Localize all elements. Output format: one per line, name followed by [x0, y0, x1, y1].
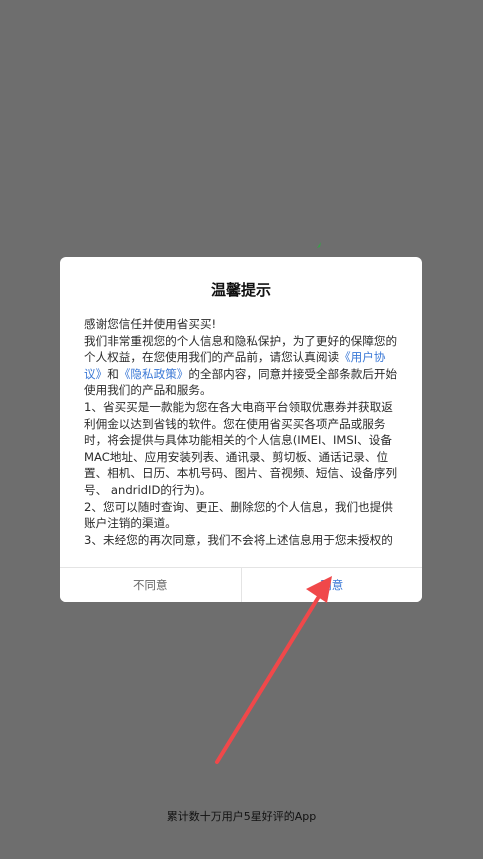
disagree-button[interactable]: 不同意: [60, 568, 242, 602]
policy-item-1: 1、省买买是一款能为您在各大电商平台领取优惠券并获取返利佣金以达到省钱的软件。您…: [84, 399, 398, 497]
intro-paragraph: 我们非常重视您的个人信息和隐私保护，为了更好的保障您的个人权益，在您使用我们的产…: [84, 333, 400, 399]
screen: 温馨提示 感谢您信任并使用省买买! 我们非常重视您的个人信息和隐私保护，为了更好…: [0, 0, 483, 859]
footer-slogan: 累计数十万用户5星好评的App: [166, 810, 317, 823]
privacy-policy-link[interactable]: 《隐私政策》: [119, 367, 189, 381]
policy-item-3: 3、未经您的再次同意，我们不会将上述信息用于您未授权的其他用途或目的。: [84, 532, 393, 547]
leaf-icon: [317, 242, 321, 248]
dialog-footer: 不同意 同意: [60, 567, 422, 602]
agree-button[interactable]: 同意: [241, 568, 422, 602]
dialog-body[interactable]: 感谢您信任并使用省买买! 我们非常重视您的个人信息和隐私保护，为了更好的保障您的…: [84, 316, 400, 547]
dialog-title: 温馨提示: [210, 281, 271, 299]
greeting-text: 感谢您信任并使用省买买!: [84, 317, 217, 331]
privacy-dialog: 温馨提示 感谢您信任并使用省买买! 我们非常重视您的个人信息和隐私保护，为了更好…: [60, 257, 422, 602]
policy-item-2: 2、您可以随时查询、更正、删除您的个人信息，我们也提供账户注销的渠道。: [84, 499, 393, 531]
and-text: 和: [107, 366, 119, 381]
